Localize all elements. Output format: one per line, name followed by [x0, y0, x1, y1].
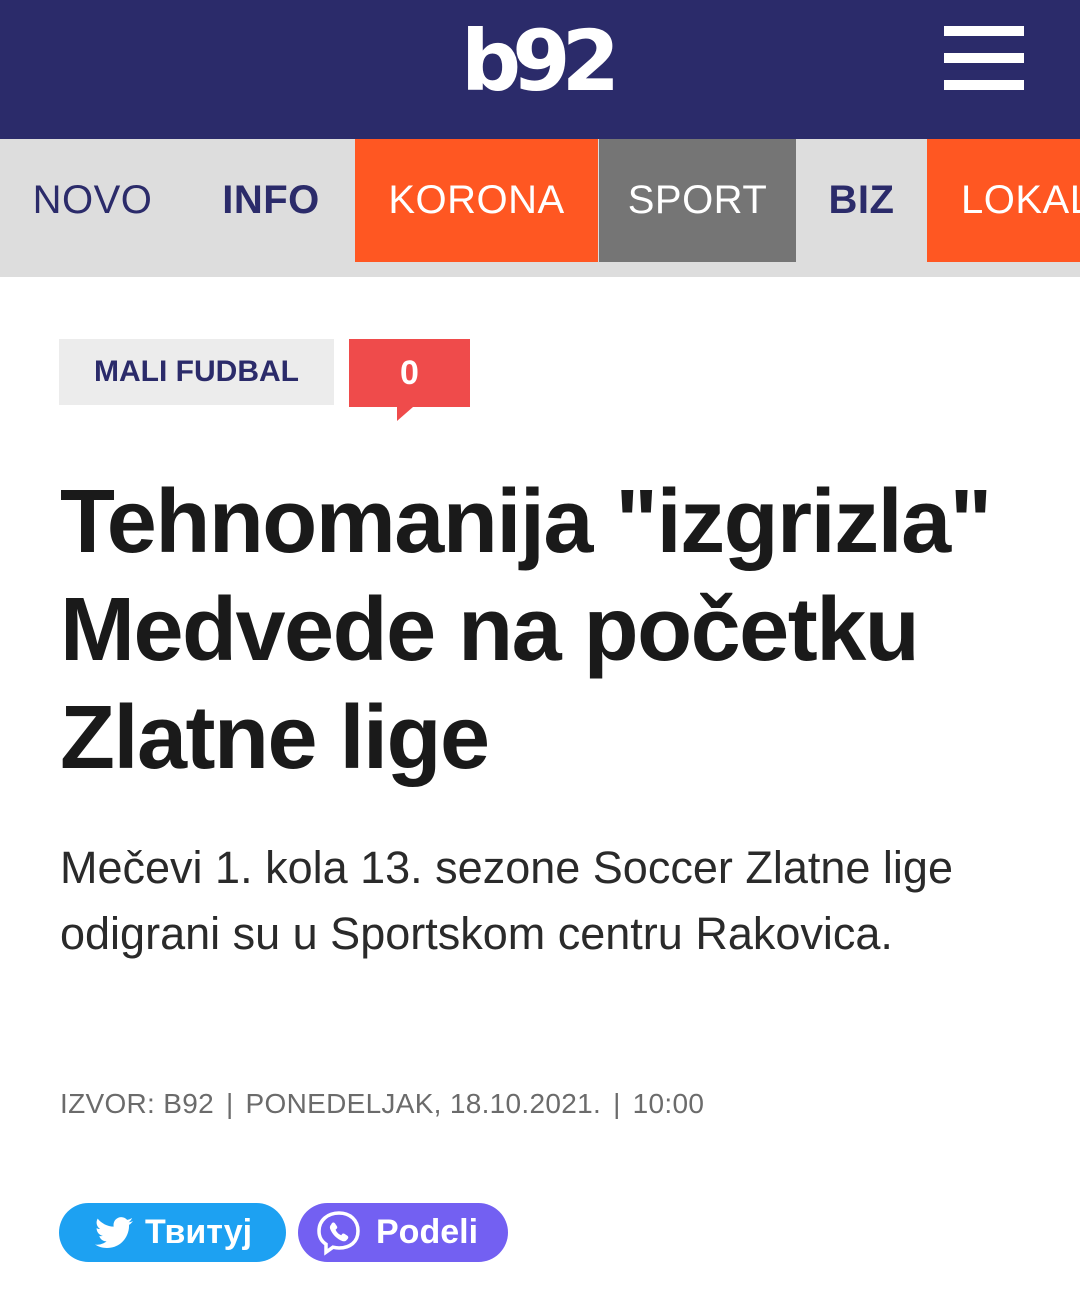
article-title: Tehnomanija "izgrizla" Medvede na početk…: [60, 472, 992, 788]
meta-separator: |: [613, 1088, 621, 1119]
nav-item-biz[interactable]: BIZ: [797, 139, 926, 262]
meta-source: IZVOR: B92: [60, 1088, 214, 1119]
meta-time: 10:00: [632, 1088, 705, 1119]
main-nav: NOVO INFO KORONA SPORT BIZ LOKAL: [0, 139, 1080, 277]
comment-count-badge[interactable]: 0: [349, 339, 470, 421]
meta-separator: |: [225, 1088, 234, 1119]
tweet-label: Твитуј: [145, 1213, 253, 1251]
nav-item-korona[interactable]: KORONA: [355, 139, 598, 262]
viber-icon: [314, 1208, 364, 1258]
article-meta: IZVOR: B92 | PONEDELJAK, 18.10.2021. | 10:00: [60, 1088, 704, 1120]
nav-item-novo[interactable]: NOVO: [0, 139, 185, 262]
viber-share-button[interactable]: Podeli: [298, 1203, 508, 1262]
viber-label: Podeli: [376, 1213, 479, 1251]
site-header: b92: [0, 0, 1080, 139]
nav-item-sport[interactable]: SPORT: [599, 139, 796, 262]
tweet-button[interactable]: Твитуј: [59, 1203, 286, 1262]
meta-date: PONEDELJAK, 18.10.2021.: [245, 1088, 602, 1119]
logo-text: b92: [461, 12, 620, 110]
nav-item-info[interactable]: INFO: [188, 139, 354, 262]
b92-logo[interactable]: b92: [461, 16, 621, 106]
article-lead: Mečevi 1. kola 13. sezone Soccer Zlatne …: [60, 842, 953, 959]
comment-bubble-icon: [397, 407, 413, 421]
category-tag[interactable]: MALI FUDBAL: [59, 339, 334, 405]
twitter-bird-icon: [95, 1216, 133, 1249]
hamburger-icon[interactable]: [944, 26, 1024, 90]
nav-item-lokal[interactable]: LOKAL: [927, 139, 1080, 262]
comment-count: 0: [400, 353, 419, 392]
